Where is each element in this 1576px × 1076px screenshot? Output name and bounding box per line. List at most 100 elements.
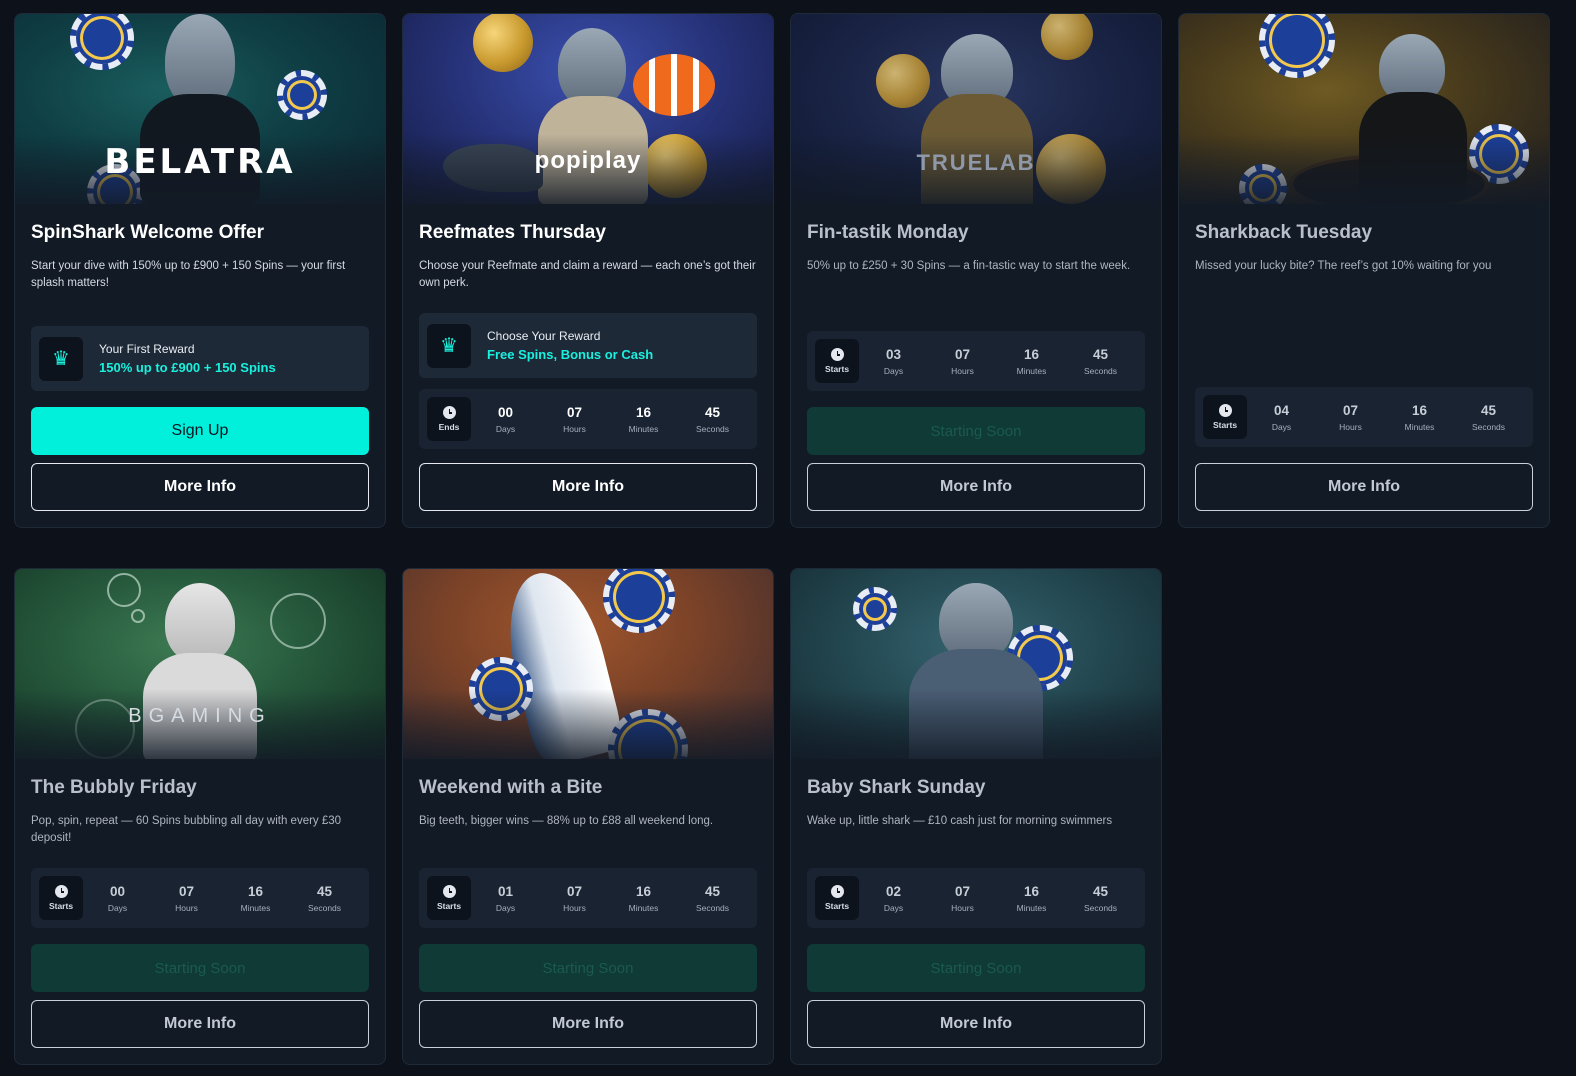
minutes-label: Minutes — [628, 423, 659, 434]
promo-card-weekend-with-a-bite: Weekend with a Bite Big teeth, bigger wi… — [402, 568, 774, 1065]
seconds-label: Seconds — [695, 423, 730, 434]
clock-icon — [54, 885, 68, 898]
minutes-value: 16 — [1023, 346, 1040, 362]
minutes-label: Minutes — [628, 902, 659, 913]
hours-value: 07 — [566, 404, 583, 420]
seconds-value: 45 — [1480, 402, 1497, 418]
minutes-value: 16 — [635, 404, 652, 420]
provider-logo: BGAMING — [128, 705, 272, 727]
countdown-timer: Ends 00 Days 07 Hours 16 Minutes 45 Seconds — [419, 389, 757, 449]
clock-icon — [442, 885, 456, 898]
timer-status-box: Starts — [427, 876, 471, 920]
countdown-timer: Starts 04 Days 07 Hours 16 Minutes 45 Second… — [1195, 387, 1533, 447]
minutes-label: Minutes — [240, 902, 271, 913]
clock-icon — [830, 348, 844, 361]
countdown-timer: Starts 01 Days 07 Hours 16 Minutes 45 Second… — [419, 868, 757, 928]
starting-soon-button[interactable]: Starting Soon — [807, 407, 1145, 455]
promo-banner — [791, 569, 1161, 759]
promo-description: Missed your lucky bite? The reef’s got 1… — [1195, 260, 1492, 272]
reward-label: Your First Reward — [99, 342, 195, 356]
seconds-value: 45 — [1092, 883, 1109, 899]
reward-label: Choose Your Reward — [487, 329, 601, 343]
casino-chip-icon — [277, 70, 327, 120]
promo-banner: popiplay — [403, 14, 773, 204]
promo-banner — [403, 569, 773, 759]
starting-soon-button[interactable]: Starting Soon — [31, 944, 369, 992]
reward-value: Free Spins, Bonus or Cash — [487, 347, 654, 362]
promo-banner: TRUELAB — [791, 14, 1161, 204]
promo-title: Sharkback Tuesday — [1195, 222, 1373, 243]
more-info-button[interactable]: More Info — [807, 463, 1145, 511]
casino-chip-icon — [603, 569, 675, 633]
hours-value: 07 — [1342, 402, 1359, 418]
days-value: 04 — [1273, 402, 1290, 418]
days-value: 00 — [109, 883, 126, 899]
hours-label: Hours — [951, 365, 974, 376]
more-info-button[interactable]: More Info — [31, 463, 369, 511]
crown-icon: ♛ — [39, 336, 83, 381]
promo-banner — [1179, 14, 1549, 204]
days-label: Days — [883, 365, 904, 376]
promo-card-bubbly-friday: BGAMING The Bubbly Friday Pop, spin, rep… — [14, 568, 386, 1065]
countdown-timer: Starts 02 Days 07 Hours 16 Minutes 45 Second… — [807, 868, 1145, 928]
more-info-button[interactable]: More Info — [1195, 463, 1533, 511]
promo-title: SpinShark Welcome Offer — [31, 222, 264, 243]
days-label: Days — [495, 423, 516, 434]
more-info-button[interactable]: More Info — [419, 463, 757, 511]
seconds-value: 45 — [704, 883, 721, 899]
promo-description: Pop, spin, repeat — 60 Spins bubbling al… — [31, 815, 342, 844]
days-label: Days — [1271, 421, 1292, 432]
starting-soon-button[interactable]: Starting Soon — [419, 944, 757, 992]
promo-card-sharkback-tuesday: Sharkback Tuesday Missed your lucky bite… — [1178, 13, 1550, 528]
hours-label: Hours — [175, 902, 198, 913]
hours-label: Hours — [563, 423, 586, 434]
promo-card-reefmates-thursday: popiplay Reefmates Thursday Choose your … — [402, 13, 774, 528]
promo-description: Big teeth, bigger wins — 88% up to £88 a… — [419, 815, 714, 827]
minutes-label: Minutes — [1016, 902, 1047, 913]
minutes-value: 16 — [635, 883, 652, 899]
promo-banner: BELATRA — [15, 14, 385, 204]
casino-chip-icon — [70, 14, 134, 70]
minutes-label: Minutes — [1016, 365, 1047, 376]
sign-up-button[interactable]: Sign Up — [31, 407, 369, 455]
promo-title: Weekend with a Bite — [419, 777, 603, 798]
promo-title: Fin-tastik Monday — [807, 222, 969, 243]
promo-description: 50% up to £250 + 30 Spins — a fin-tastic… — [807, 260, 1131, 272]
clock-icon — [1218, 404, 1232, 417]
seconds-label: Seconds — [1471, 421, 1506, 432]
seconds-label: Seconds — [1083, 902, 1118, 913]
more-info-button[interactable]: More Info — [419, 1000, 757, 1048]
days-label: Days — [495, 902, 516, 913]
reward-box: ♛ Your First Reward 150% up to £900 + 15… — [31, 326, 369, 391]
gold-coin-icon — [876, 54, 930, 108]
promo-card-welcome-offer: BELATRA SpinShark Welcome Offer Start yo… — [14, 13, 386, 528]
promo-banner: BGAMING — [15, 569, 385, 759]
gold-coin-icon — [473, 14, 533, 72]
timer-status: Starts — [1212, 420, 1238, 430]
days-label: Days — [107, 902, 128, 913]
promo-title: The Bubbly Friday — [31, 777, 197, 798]
days-value: 00 — [497, 404, 514, 420]
starting-soon-button[interactable]: Starting Soon — [807, 944, 1145, 992]
clock-icon — [442, 406, 456, 419]
minutes-value: 16 — [1411, 402, 1428, 418]
more-info-button[interactable]: More Info — [31, 1000, 369, 1048]
days-value: 02 — [885, 883, 902, 899]
hours-value: 07 — [954, 346, 971, 362]
timer-status-box: Starts — [815, 876, 859, 920]
promo-title: Reefmates Thursday — [419, 222, 606, 243]
more-info-button[interactable]: More Info — [807, 1000, 1145, 1048]
promo-description: Wake up, little shark — £10 cash just fo… — [807, 815, 1113, 827]
promo-card-baby-shark-sunday: Baby Shark Sunday Wake up, little shark … — [790, 568, 1162, 1065]
hours-label: Hours — [951, 902, 974, 913]
minutes-value: 16 — [1023, 883, 1040, 899]
provider-logo: TRUELAB — [916, 150, 1036, 175]
bubble-image — [131, 609, 145, 623]
seconds-value: 45 — [1092, 346, 1109, 362]
timer-status: Starts — [436, 901, 462, 911]
casino-chip-icon — [853, 587, 897, 631]
timer-status-box: Starts — [815, 339, 859, 383]
promo-title: Baby Shark Sunday — [807, 777, 986, 798]
hours-label: Hours — [563, 902, 586, 913]
timer-status: Starts — [824, 364, 850, 374]
